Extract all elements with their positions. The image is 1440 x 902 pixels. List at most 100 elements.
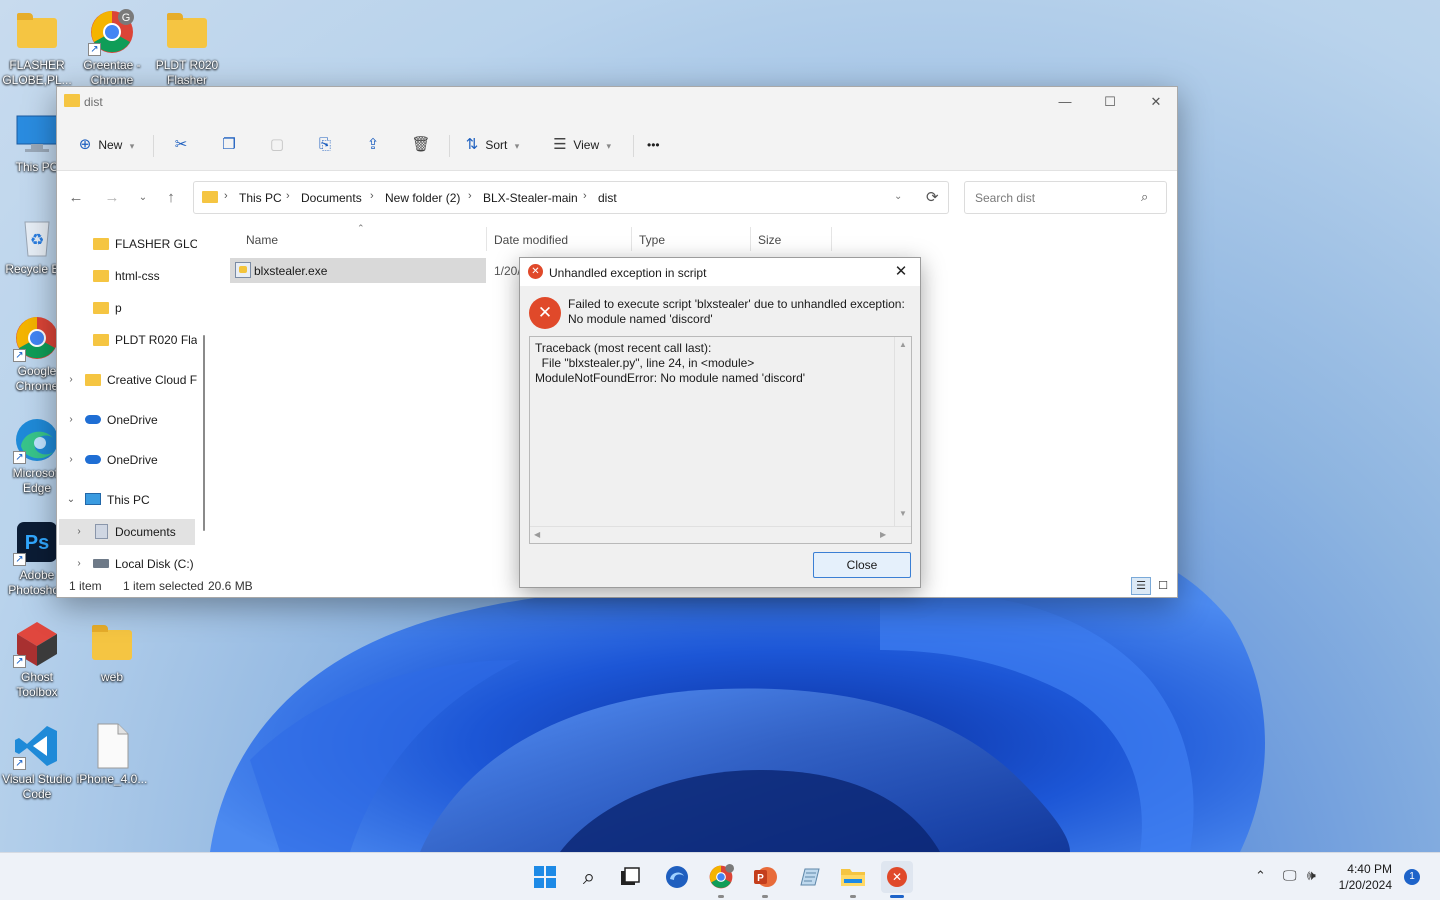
share-button[interactable]: ⇪ — [363, 131, 383, 159]
desktop-icon-flasher-globe[interactable]: FLASHER GLOBE,PL... — [0, 8, 74, 88]
powerpoint-icon[interactable]: P — [749, 861, 781, 898]
column-header-size[interactable]: Size — [758, 233, 781, 257]
vertical-scrollbar[interactable]: ▲ ▼ — [894, 337, 911, 527]
large-icons-view-icon[interactable]: ☐ — [1153, 577, 1173, 595]
sort-icon: ⇅ — [465, 136, 479, 153]
chevron-right-icon[interactable]: › — [65, 367, 77, 393]
desktop: FLASHER GLOBE,PL... G ↗ Greentae - Chrom… — [0, 0, 1440, 852]
close-window-button[interactable]: ✕ — [1133, 87, 1179, 117]
view-button[interactable]: ☰ View ▾ — [550, 131, 611, 159]
chevron-right-icon[interactable]: › — [65, 447, 77, 473]
column-header-date-modified[interactable]: Date modified — [494, 233, 568, 257]
forward-button[interactable]: → — [101, 188, 123, 208]
notification-badge[interactable]: 1 — [1404, 869, 1420, 885]
shortcut-arrow-icon: ↗ — [88, 43, 101, 56]
volume-icon[interactable]: 🕪 — [1307, 867, 1316, 884]
traceback-textbox[interactable]: Traceback (most recent call last): File … — [529, 336, 912, 544]
show-hidden-icons-chevron-icon[interactable]: ⌃ — [1255, 868, 1266, 884]
minimize-button[interactable]: — — [1042, 87, 1088, 117]
disk-icon — [93, 559, 109, 568]
scroll-down-icon[interactable]: ▼ — [899, 509, 907, 518]
table-row[interactable]: blxstealer.exe — [230, 258, 486, 283]
clock[interactable]: 4:40 PM 1/20/2024 — [1336, 861, 1392, 893]
address-dropdown-icon[interactable]: ⌄ — [894, 191, 902, 202]
nav-item-label: Documents — [115, 525, 176, 539]
nav-item-onedrive-2[interactable]: › OneDrive — [57, 447, 197, 473]
chrome-taskbar-icon[interactable] — [705, 861, 737, 898]
breadcrumb-blx-stealer-main[interactable]: BLX-Stealer-main — [483, 191, 578, 205]
nav-item-html-css[interactable]: html-css — [57, 263, 197, 289]
search-icon[interactable]: ⌕ — [573, 861, 605, 893]
nav-item-label: Creative Cloud Files — [107, 373, 197, 387]
horizontal-scrollbar[interactable]: ◀ ▶ — [530, 526, 911, 543]
back-button[interactable]: ← — [65, 188, 87, 208]
desktop-icon-vscode[interactable]: ↗ Visual Studio Code — [0, 722, 74, 802]
folder-icon — [64, 94, 80, 107]
file-explorer-icon[interactable] — [837, 861, 869, 898]
sort-button[interactable]: ⇅ Sort ▾ — [462, 131, 520, 159]
folder-icon — [93, 334, 109, 346]
error-dialog: ✕ Unhandled exception in script ✕ ✕ Fail… — [519, 257, 921, 588]
chevron-right-icon[interactable]: › — [73, 519, 85, 545]
nav-item-this-pc[interactable]: ⌄ This PC — [57, 487, 197, 513]
desktop-icon-ghost-toolbox[interactable]: ↗ Ghost Toolbox — [0, 620, 74, 700]
more-options-button[interactable]: ••• — [647, 131, 660, 159]
maximize-button[interactable]: ☐ — [1087, 87, 1133, 117]
shortcut-arrow-icon: ↗ — [13, 553, 26, 566]
widgets-icon[interactable] — [661, 861, 693, 893]
error-message: Failed to execute script 'blxstealer' du… — [568, 297, 905, 327]
chevron-right-icon[interactable]: › — [73, 551, 85, 577]
details-view-icon[interactable]: ☰ — [1131, 577, 1151, 595]
chevron-down-icon[interactable]: ⌄ — [65, 487, 77, 513]
breadcrumb-documents[interactable]: Documents — [301, 191, 362, 205]
paste-button[interactable]: ▢ — [267, 131, 287, 159]
network-icon[interactable]: 🖵 — [1283, 867, 1297, 884]
desktop-icon-pldt-flasher[interactable]: PLDT R020 Flasher RNET — [150, 8, 224, 90]
breadcrumb-new-folder-2[interactable]: New folder (2) — [385, 191, 460, 205]
cut-button[interactable]: ✂ — [171, 131, 191, 159]
scroll-right-icon[interactable]: ▶ — [880, 530, 886, 539]
nav-item-p[interactable]: p — [57, 295, 197, 321]
nav-item-creative-cloud[interactable]: › Creative Cloud Files — [57, 367, 197, 393]
dialog-title-bar[interactable]: ✕ Unhandled exception in script ✕ — [520, 258, 920, 286]
search-input[interactable] — [973, 190, 1133, 206]
chevron-right-icon[interactable]: › — [65, 407, 77, 433]
nav-item-pldt-flasher[interactable]: PLDT R020 Flasher — [57, 327, 197, 353]
ghost-toolbox-icon: ↗ — [13, 620, 61, 668]
navigation-scrollbar[interactable] — [202, 223, 206, 531]
scroll-up-icon[interactable]: ▲ — [899, 340, 907, 349]
recycle-bin-icon: ♻ — [13, 212, 61, 260]
breadcrumb-this-pc[interactable]: This PC — [239, 191, 282, 205]
desktop-icon-web[interactable]: web — [75, 620, 149, 685]
refresh-icon[interactable]: ⟳ — [926, 188, 939, 206]
scroll-left-icon[interactable]: ◀ — [534, 530, 540, 539]
notepad-icon[interactable] — [793, 861, 825, 893]
title-bar[interactable]: dist — ☐ ✕ — [57, 87, 1177, 117]
running-indicator — [718, 895, 724, 898]
search-icon[interactable]: ⌕ — [1141, 189, 1148, 205]
nav-item-flasher-globe[interactable]: FLASHER GLOBE,PLDT — [57, 231, 197, 257]
desktop-icon-greentae-chrome[interactable]: G ↗ Greentae - Chrome — [75, 8, 149, 88]
dialog-title: Unhandled exception in script — [549, 266, 707, 280]
task-view-icon[interactable] — [614, 861, 646, 893]
delete-button[interactable]: 🗑 — [411, 131, 431, 159]
address-bar[interactable]: › This PC › Documents › New folder (2) ›… — [193, 181, 949, 214]
nav-item-local-disk[interactable]: › Local Disk (C:) — [57, 551, 197, 577]
start-button[interactable] — [529, 861, 561, 893]
nav-item-label: PLDT R020 Flasher — [115, 333, 197, 347]
nav-item-onedrive-1[interactable]: › OneDrive — [57, 407, 197, 433]
up-button[interactable]: ↑ — [160, 188, 182, 208]
recent-locations-button[interactable]: ⌄ — [132, 188, 154, 208]
close-button[interactable]: Close — [813, 552, 911, 578]
nav-item-documents[interactable]: › Documents — [59, 519, 195, 545]
column-header-name[interactable]: Name — [246, 233, 278, 257]
column-header-type[interactable]: Type — [639, 233, 665, 257]
file-name: blxstealer.exe — [254, 264, 328, 278]
copy-button[interactable]: ❐ — [219, 131, 239, 159]
desktop-icon-iphone-file[interactable]: iPhone_4.0... — [75, 722, 149, 787]
error-app-taskbar-icon[interactable]: ✕ — [881, 861, 913, 898]
new-button[interactable]: ⊕ New ▾ — [75, 131, 135, 159]
dialog-close-icon[interactable]: ✕ — [888, 260, 914, 284]
rename-button[interactable]: ⎘ — [315, 131, 335, 159]
breadcrumb-dist[interactable]: dist — [598, 191, 617, 205]
